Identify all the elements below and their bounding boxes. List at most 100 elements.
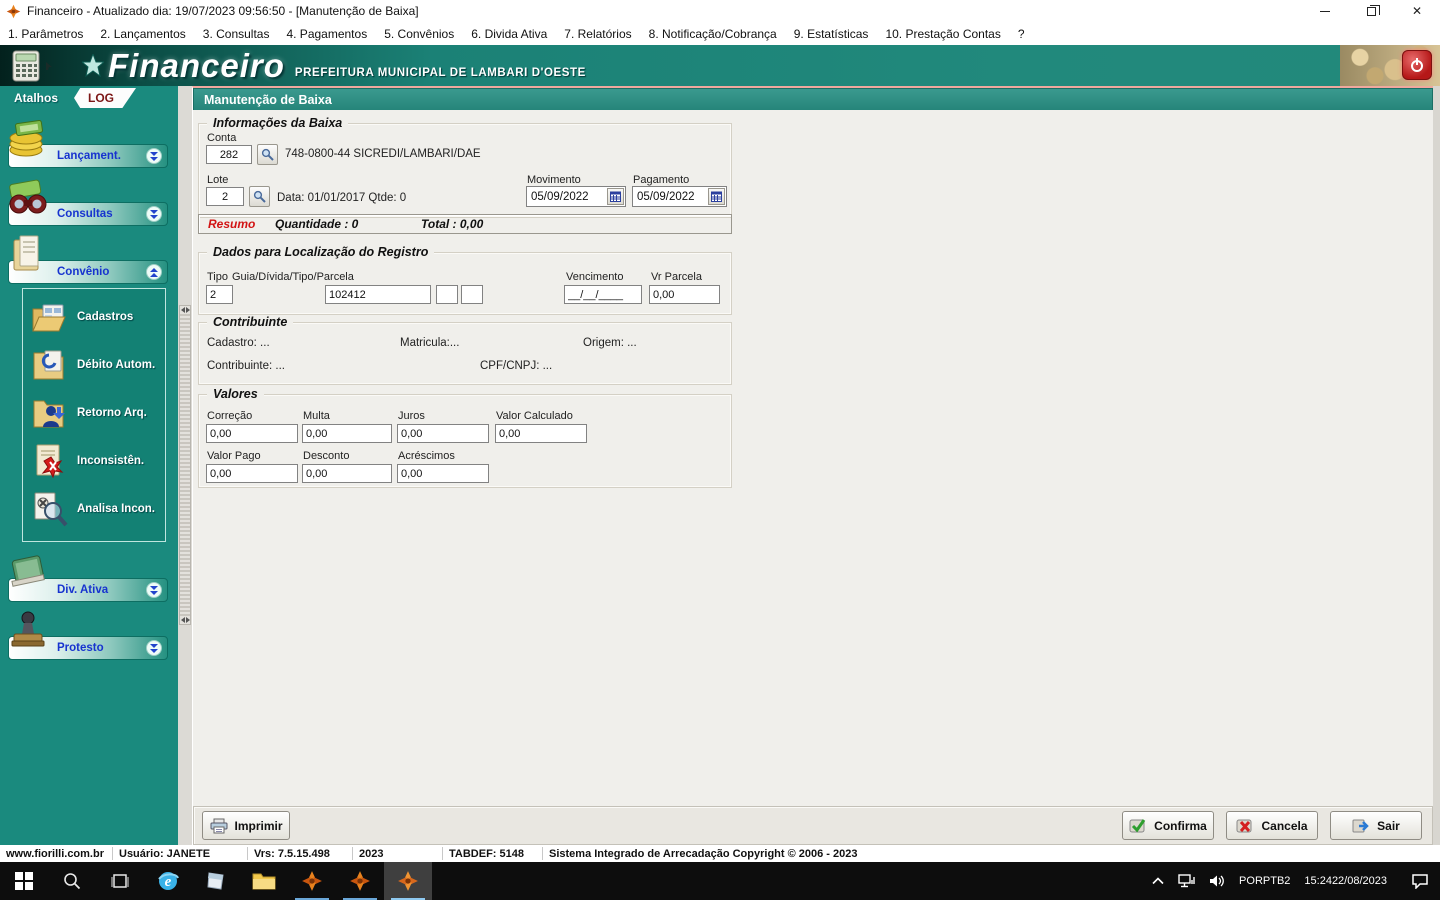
pagamento-date-field[interactable]: 05/09/2022 [632, 186, 727, 207]
entity-name: PREFEITURA MUNICIPAL DE LAMBARI D'OESTE [294, 66, 586, 79]
calculator-icon[interactable] [11, 50, 41, 82]
tipo-label: Tipo [207, 271, 228, 283]
correcao-label: Correção [207, 410, 253, 422]
menu-divida-ativa[interactable]: 6. Divida Ativa [471, 27, 547, 41]
menu-parametros[interactable]: 1. Parâmetros [8, 27, 83, 41]
menu-notificacao-cobranca[interactable]: 8. Notificação/Cobrança [649, 27, 777, 41]
menu-help[interactable]: ? [1018, 27, 1025, 41]
confirma-button[interactable]: Confirma [1122, 811, 1214, 840]
fiorilli-app-icon-active[interactable] [384, 862, 432, 900]
sidebar-item-cadastros[interactable]: Cadastros [29, 293, 161, 341]
sidebar-item-lancamento[interactable]: Lançament. [0, 120, 178, 170]
resumo-quantidade: Quantidade : 0 [275, 217, 359, 231]
cancela-button[interactable]: Cancela [1226, 811, 1318, 840]
conta-input[interactable] [206, 145, 252, 164]
splitter-arrows-icon[interactable] [180, 616, 190, 624]
sidebar-item-div-ativa[interactable]: Div. Ativa [0, 555, 178, 604]
menu-lancamentos[interactable]: 2. Lançamentos [100, 27, 185, 41]
vencimento-label: Vencimento [566, 271, 624, 283]
calendar-icon[interactable] [708, 188, 725, 205]
minimize-button[interactable] [1302, 0, 1348, 22]
clock-time: 15:24 [1304, 874, 1332, 887]
chevron-down-icon[interactable] [146, 206, 162, 222]
menu-consultas[interactable]: 3. Consultas [203, 27, 270, 41]
sidebar-item-convenio[interactable]: Convênio [0, 235, 178, 286]
pagamento-date-value[interactable]: 05/09/2022 [633, 191, 708, 203]
taskbar: e POR PTB2 15:24 22/08/2023 [0, 862, 1440, 900]
menu-pagamentos[interactable]: 4. Pagamentos [286, 27, 367, 41]
speaker-icon[interactable] [1204, 862, 1230, 900]
calendar-icon[interactable] [607, 188, 624, 205]
fiorilli-app-icon[interactable] [336, 862, 384, 900]
internet-explorer-icon[interactable]: e [144, 862, 192, 900]
search-icon[interactable] [48, 862, 96, 900]
sidebar-label-analisa-incon: Analisa Incon. [77, 503, 155, 515]
conta-search-button[interactable] [257, 144, 278, 165]
imprimir-button[interactable]: Imprimir [202, 811, 290, 840]
correcao-input[interactable] [206, 424, 298, 443]
group-title: Dados para Localização do Registro [207, 245, 435, 259]
valor-pago-input[interactable] [206, 464, 298, 483]
guia-extra1-input[interactable] [436, 285, 458, 304]
power-exit-button[interactable] [1402, 50, 1432, 80]
vencimento-input[interactable] [564, 285, 642, 304]
origem-value: Origem: ... [583, 337, 637, 349]
menu-estatisticas[interactable]: 9. Estatísticas [794, 27, 869, 41]
vr-parcela-input[interactable] [649, 285, 720, 304]
restore-button[interactable] [1348, 0, 1394, 22]
lote-input[interactable] [206, 187, 244, 206]
conta-description: 748-0800-44 SICREDI/LAMBARI/DAE [285, 148, 481, 160]
sidebar-item-retorno-arq[interactable]: Retorno Arq. [29, 389, 161, 437]
chevron-up-icon[interactable] [146, 264, 162, 280]
movimento-date-value[interactable]: 05/09/2022 [527, 191, 607, 203]
file-explorer-icon[interactable] [240, 862, 288, 900]
guia-extra2-input[interactable] [461, 285, 483, 304]
tray-chevron-up-icon[interactable] [1147, 862, 1169, 900]
close-button[interactable]: ✕ [1394, 0, 1440, 22]
sidebar-item-protesto[interactable]: Protesto [0, 611, 178, 662]
task-view-icon[interactable] [96, 862, 144, 900]
start-button[interactable] [0, 862, 48, 900]
acrescimos-input[interactable] [397, 464, 489, 483]
conta-label: Conta [207, 132, 237, 144]
sidebar-item-inconsistencias[interactable]: Inconsistên. [29, 437, 161, 485]
movimento-date-field[interactable]: 05/09/2022 [526, 186, 626, 207]
network-icon[interactable] [1173, 862, 1200, 900]
menu-convenios[interactable]: 5. Convênios [384, 27, 454, 41]
multa-input[interactable] [302, 424, 392, 443]
language-indicator[interactable]: POR PTB2 [1234, 862, 1295, 900]
splitter-handle[interactable] [179, 305, 191, 625]
menu-prestacao-contas[interactable]: 10. Prestação Contas [885, 27, 1000, 41]
chevron-down-icon[interactable] [146, 582, 162, 598]
menu-relatorios[interactable]: 7. Relatórios [564, 27, 631, 41]
desconto-input[interactable] [302, 464, 392, 483]
sidebar-label-debito-autom: Débito Autom. [77, 359, 156, 371]
folder-doc-icon [6, 234, 52, 274]
lote-search-button[interactable] [249, 186, 270, 207]
sidebar-item-consultas[interactable]: Consultas [0, 179, 178, 228]
page-error-icon [29, 443, 69, 479]
chevron-down-icon[interactable] [146, 640, 162, 656]
notification-center-icon[interactable] [1406, 862, 1434, 900]
chevron-down-icon[interactable] [146, 148, 162, 164]
cancel-x-icon [1236, 818, 1254, 834]
sair-button[interactable]: Sair [1330, 811, 1422, 840]
tipo-input[interactable] [206, 285, 233, 304]
panel-title: Manutenção de Baixa [193, 88, 1433, 110]
cpf-cnpj-value: CPF/CNPJ: ... [480, 360, 553, 372]
sidebar: Atalhos LOG Lançament. Consultas Convêni… [0, 86, 178, 845]
sidebar-item-analisa-incon[interactable]: Analisa Incon. [29, 485, 161, 533]
juros-input[interactable] [397, 424, 489, 443]
sidebar-item-debito-autom[interactable]: Débito Autom. [29, 341, 161, 389]
app-pinwheel-icon [6, 4, 21, 19]
fiorilli-app-icon[interactable] [288, 862, 336, 900]
valor-calculado-input[interactable] [495, 424, 587, 443]
clock[interactable]: 15:24 22/08/2023 [1299, 862, 1392, 900]
confirma-label: Confirma [1154, 818, 1207, 833]
splitter-arrows-icon[interactable] [180, 306, 190, 314]
tab-atalhos[interactable]: Atalhos [14, 91, 58, 105]
tab-log[interactable]: LOG [74, 88, 137, 108]
app-window-icon[interactable] [192, 862, 240, 900]
guia-input[interactable] [325, 285, 431, 304]
clock-date: 22/08/2023 [1331, 874, 1387, 887]
